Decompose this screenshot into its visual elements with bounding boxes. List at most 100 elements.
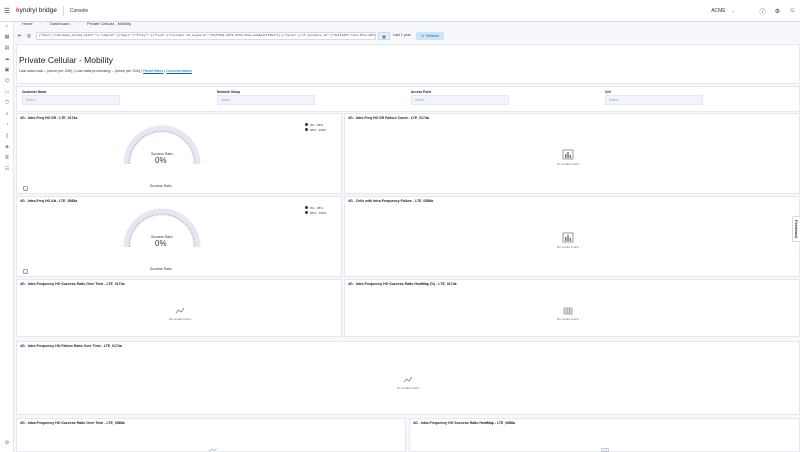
legend-dot-icon bbox=[305, 128, 308, 131]
panel-title: 4G - Inter-Frequency HO Success Ratio He… bbox=[348, 282, 457, 286]
no-results-text: No results found bbox=[557, 162, 579, 166]
query-input[interactable]: {"bool":{"minimum_should_match":1,"shoul… bbox=[36, 32, 376, 40]
home-icon[interactable]: ⌂ bbox=[4, 23, 10, 29]
no-results: No results found bbox=[397, 376, 419, 390]
documentation-link[interactable]: Documentation bbox=[166, 69, 192, 73]
tenant-name: ACME bbox=[711, 8, 726, 14]
legend-item[interactable]: 95% - 100% bbox=[305, 210, 326, 215]
network-group-select[interactable]: Select... bbox=[217, 95, 315, 105]
panel-intra-freq-ho-sr-over-time: 4G - Intra-Frequency HO Success Ratio Ov… bbox=[16, 418, 406, 452]
feedback-label: Feedback bbox=[794, 219, 799, 239]
user-icon[interactable]: ☺ bbox=[785, 0, 800, 22]
panel-title: 4G - Intra-Frequency HO Success Ratio He… bbox=[413, 421, 516, 425]
filter-icon[interactable]: ◎ bbox=[25, 32, 33, 40]
bell-icon[interactable]: ◔ bbox=[4, 122, 10, 128]
no-results-heatmap-icon bbox=[563, 307, 573, 315]
gauge-bottom-label: Success Ratio bbox=[150, 184, 172, 188]
panel-title: 4G - Cells with Intra-Frequency Failure … bbox=[348, 199, 434, 203]
legend-label: 0% - 95% bbox=[310, 205, 324, 210]
page-title: Private Cellular - Mobility bbox=[19, 55, 113, 65]
expand-icon[interactable]: + bbox=[23, 186, 28, 191]
no-results-line-chart-icon bbox=[175, 307, 185, 314]
legend-dot-icon bbox=[305, 206, 308, 209]
user-group-icon[interactable]: ☷ bbox=[4, 166, 10, 172]
panel-title: 4G - Intra-Frequency HO Success Ratio Ov… bbox=[20, 421, 125, 425]
refresh-button[interactable]: ↻ Refresh bbox=[416, 32, 444, 40]
refresh-icon: ↻ bbox=[421, 34, 425, 38]
gauge-bottom-label: Success Ratio bbox=[150, 267, 172, 271]
breadcrumb-home[interactable]: Home bbox=[14, 21, 41, 26]
legend-dot-icon bbox=[305, 123, 308, 126]
customer-name-label: Customer Name bbox=[22, 90, 47, 94]
chart-icon[interactable]: ▤ bbox=[4, 45, 10, 51]
left-nav: ⌂ ▦ ▤ ☁ ▣ ⌬ ▭ ⛉ ⌕ ◔ ▯ ◈ ≣ ☷ ⚙ bbox=[0, 22, 14, 452]
app-name: Console bbox=[69, 7, 89, 14]
sidebar-toggle-icon[interactable]: ⇤ bbox=[16, 32, 24, 40]
cloud-icon[interactable]: ☁ bbox=[4, 56, 10, 62]
date-range[interactable]: Last 1 year bbox=[393, 33, 411, 37]
panel-title: 4G - Inter-Freq HO SR - LTE_0174a bbox=[20, 116, 78, 120]
settings-icon[interactable]: ⚙ bbox=[770, 0, 785, 22]
list-icon[interactable]: ≣ bbox=[4, 155, 10, 161]
access-point-select[interactable]: Select... bbox=[411, 95, 509, 105]
shield-icon[interactable]: ⛉ bbox=[4, 100, 10, 106]
panel-inter-freq-ho-failure-over-time: 4G - Inter-Frequency HO Failure Ratio Ov… bbox=[16, 341, 800, 415]
network-icon[interactable]: ⌬ bbox=[4, 78, 10, 84]
breadcrumb-current: Private Cellular - Mobility bbox=[86, 20, 132, 26]
no-results-text: No results found bbox=[169, 317, 191, 321]
panel-intra-freq-ho-sr-heatmap: 4G - Intra-Frequency HO Success Ratio He… bbox=[409, 418, 800, 452]
legend-dot-icon bbox=[305, 211, 308, 214]
panel-title: 4G - Inter-Freq HO SR Failure Count - LT… bbox=[348, 116, 429, 120]
chevron-down-icon: ⌄ bbox=[731, 8, 735, 13]
no-results-text: No results found bbox=[397, 386, 419, 390]
page-subtitle: Last data load – (since per 24h) | Last … bbox=[19, 69, 192, 73]
line-chart-icon bbox=[209, 448, 217, 452]
panel-title: 4G - Inter-Frequency HO Success Ratio Ov… bbox=[20, 282, 125, 286]
cell-select[interactable]: Select... bbox=[605, 95, 703, 105]
no-results: No results found bbox=[557, 149, 579, 166]
no-results-text: No results found bbox=[557, 317, 579, 321]
panel-inter-freq-ho-sr-heatmap: 4G - Inter-Frequency HO Success Ratio He… bbox=[344, 279, 800, 337]
panel-title: 4G - Intra-Freq HO Att - LTE_0588a bbox=[20, 199, 78, 203]
no-results-line-chart-icon bbox=[403, 376, 413, 383]
legend-item[interactable]: 95% - 100% bbox=[305, 127, 326, 132]
search-icon[interactable]: ⌕ bbox=[4, 111, 10, 117]
panel-cells-intra-freq-failure: 4G - Cells with Intra-Frequency Failure … bbox=[344, 196, 800, 277]
feedback-button[interactable]: Feedback bbox=[792, 216, 800, 242]
reset-filters-link[interactable]: Reset filters bbox=[143, 69, 163, 73]
no-results: No results found bbox=[169, 307, 191, 321]
gauge-value: 0% bbox=[155, 239, 167, 248]
menu-icon[interactable]: ☰ bbox=[0, 0, 14, 22]
tag-icon[interactable]: ◈ bbox=[4, 144, 10, 150]
panel-inter-freq-ho-sr-failure-count: 4G - Inter-Freq HO SR Failure Count - LT… bbox=[344, 113, 800, 194]
no-results: No results found bbox=[557, 307, 579, 321]
query-bar: ⇤ ◎ {"bool":{"minimum_should_match":1,"s… bbox=[16, 31, 800, 41]
logo[interactable]: k yndryl bridge Console bbox=[16, 5, 89, 16]
panel-inter-freq-ho-sr-over-time: 4G - Inter-Frequency HO Success Ratio Ov… bbox=[16, 279, 342, 337]
tenant-selector[interactable]: ACME ⌄ bbox=[711, 8, 735, 14]
breadcrumb: Home › Dashboard › Private Cellular - Mo… bbox=[14, 17, 139, 29]
document-icon[interactable]: ▯ bbox=[4, 133, 10, 139]
logo-text: yndryl bridge bbox=[19, 7, 57, 14]
heatmap-icon bbox=[601, 448, 609, 452]
network-group-label: Network Group bbox=[217, 90, 241, 94]
panel-inter-freq-ho-sr: 4G - Inter-Freq HO SR - LTE_0174a 0% - 9… bbox=[16, 113, 342, 194]
legend-label: 95% - 100% bbox=[310, 210, 327, 215]
refresh-label: Refresh bbox=[426, 34, 439, 38]
expand-icon[interactable]: + bbox=[23, 269, 28, 274]
breadcrumb-dashboard[interactable]: Dashboard bbox=[42, 21, 78, 26]
customer-name-select[interactable]: Select... bbox=[22, 95, 120, 105]
access-point-label: Access Point bbox=[411, 90, 432, 94]
server-icon[interactable]: ▭ bbox=[4, 89, 10, 95]
legend-label: 95% - 100% bbox=[310, 127, 327, 132]
gauge-legend: 0% - 95% 95% - 100% bbox=[305, 205, 326, 215]
dashboard-icon[interactable]: ▦ bbox=[4, 34, 10, 40]
settings-icon[interactable]: ⚙ bbox=[4, 440, 10, 446]
markdown-panel bbox=[16, 44, 800, 84]
grid-icon[interactable]: ▣ bbox=[4, 67, 10, 73]
calendar-icon[interactable]: ▦ bbox=[378, 32, 390, 40]
legend-label: 0% - 95% bbox=[310, 122, 324, 127]
panel-title: 4G - Inter-Frequency HO Failure Ratio Ov… bbox=[20, 344, 122, 348]
help-icon[interactable]: ⓘ bbox=[755, 0, 770, 22]
gauge-value: 0% bbox=[155, 156, 167, 165]
